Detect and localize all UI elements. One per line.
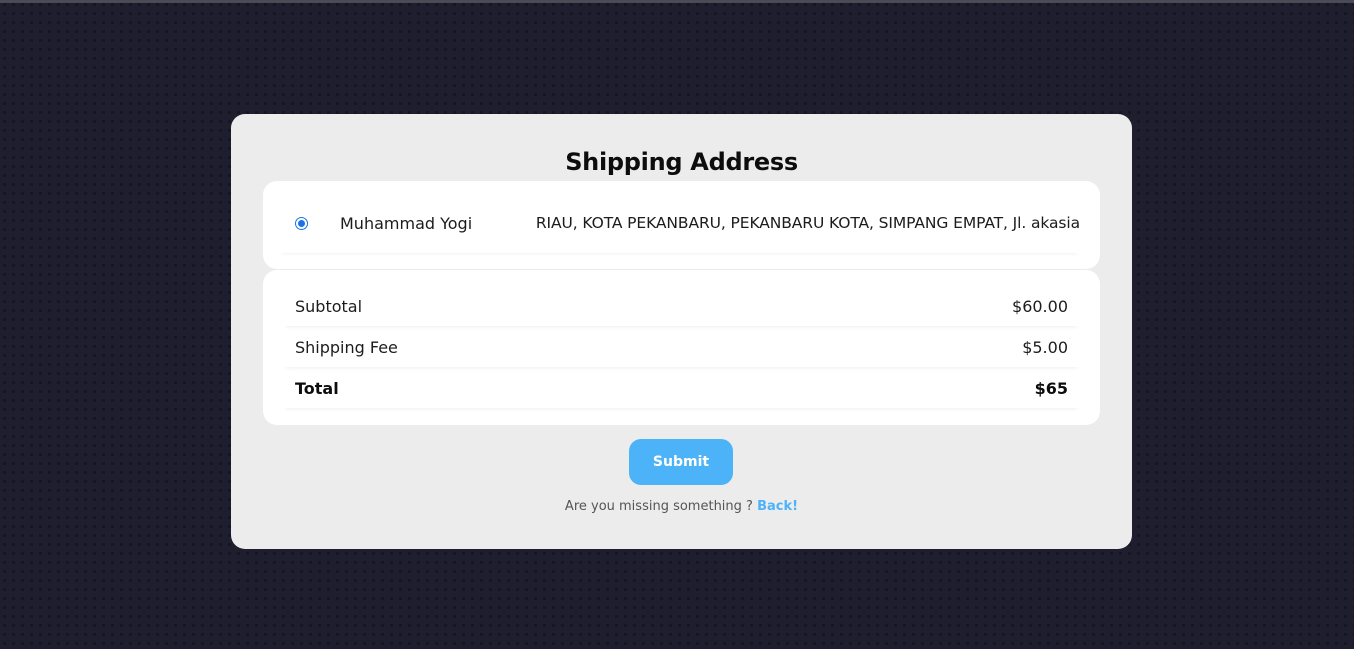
back-link[interactable]: Back! <box>757 499 798 514</box>
subtotal-value: $60.00 <box>1012 296 1068 316</box>
total-value: $65 <box>1034 378 1068 398</box>
window-top-border <box>0 0 1354 3</box>
page-title: Shipping Address <box>565 148 798 176</box>
submit-button[interactable]: Submit <box>629 439 733 485</box>
shipping-card: Shipping Address Muhammad Yogi RIAU, KOT… <box>231 114 1132 549</box>
subtotal-row: Subtotal $60.00 <box>283 286 1080 326</box>
address-option[interactable]: Muhammad Yogi RIAU, KOTA PEKANBARU, PEKA… <box>279 193 1080 253</box>
missing-text: Are you missing something ? <box>564 499 753 514</box>
order-summary: Subtotal $60.00 Shipping Fee $5.00 Total… <box>263 270 1100 425</box>
shipping-fee-row: Shipping Fee $5.00 <box>283 327 1080 367</box>
shipping-fee-value: $5.00 <box>1022 337 1068 357</box>
address-detail: RIAU, KOTA PEKANBARU, PEKANBARU KOTA, SI… <box>535 214 1080 232</box>
shipping-fee-label: Shipping Fee <box>295 337 398 357</box>
back-prompt: Are you missing something ? Back! <box>231 499 1132 514</box>
address-list: Muhammad Yogi RIAU, KOTA PEKANBARU, PEKA… <box>263 181 1100 269</box>
address-recipient-name: Muhammad Yogi <box>340 213 473 233</box>
total-label: Total <box>295 378 339 398</box>
address-radio-button[interactable] <box>295 216 308 230</box>
total-row: Total $65 <box>283 368 1080 408</box>
subtotal-label: Subtotal <box>295 296 363 316</box>
